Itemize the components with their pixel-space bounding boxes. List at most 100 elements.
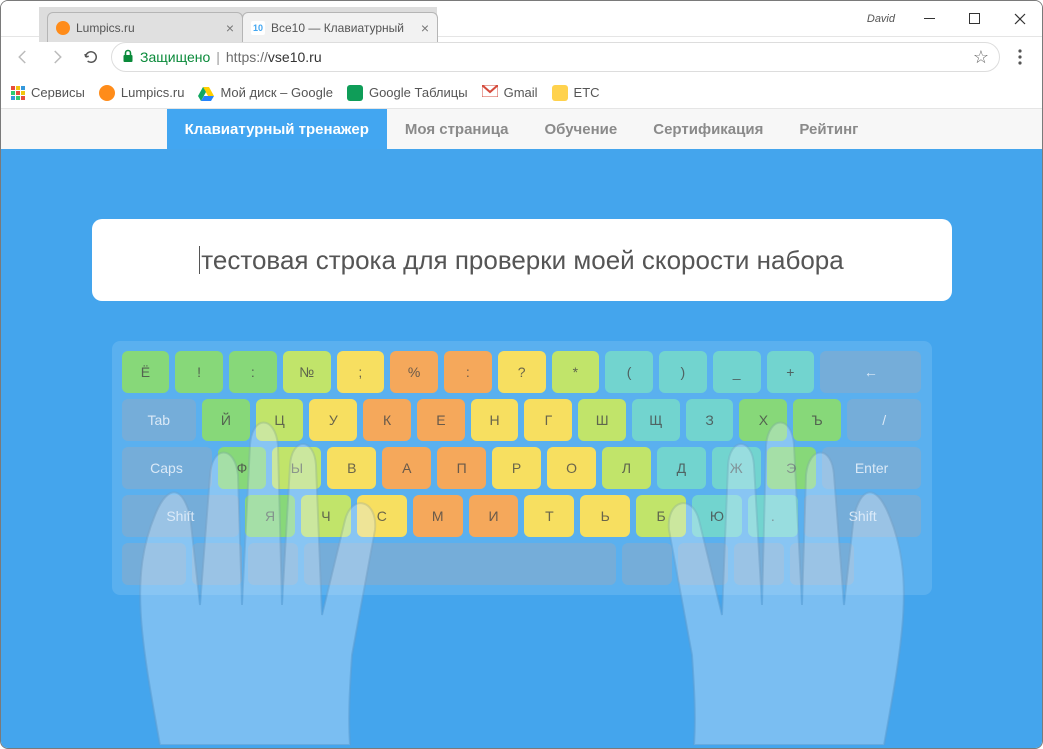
bookmark-lumpics[interactable]: Lumpics.ru xyxy=(99,85,185,101)
forward-button[interactable] xyxy=(43,43,71,71)
key[interactable]: Л xyxy=(602,447,651,489)
key[interactable]: Ь xyxy=(580,495,630,537)
lumpics-icon xyxy=(99,85,115,101)
key[interactable]: ! xyxy=(175,351,223,393)
key[interactable]: Я xyxy=(245,495,295,537)
bookmark-star-icon[interactable]: ☆ xyxy=(973,47,989,68)
drive-icon xyxy=(198,85,214,101)
key-ctrl[interactable] xyxy=(790,543,854,585)
key[interactable]: ) xyxy=(659,351,707,393)
tab-strip: Lumpics.ru × 10 Все10 — Клавиатурный × xyxy=(39,7,437,42)
key[interactable]: * xyxy=(552,351,600,393)
key[interactable]: ( xyxy=(605,351,653,393)
key[interactable]: ; xyxy=(337,351,385,393)
folder-icon xyxy=(552,85,568,101)
nav-mypage[interactable]: Моя страница xyxy=(387,109,527,149)
nav-trainer[interactable]: Клавиатурный тренажер xyxy=(167,109,387,149)
key-alt[interactable] xyxy=(248,543,298,585)
key-caps[interactable]: Caps xyxy=(122,447,212,489)
key[interactable]: / xyxy=(847,399,921,441)
key[interactable]: З xyxy=(686,399,734,441)
key[interactable]: Ф xyxy=(218,447,267,489)
key[interactable]: К xyxy=(363,399,411,441)
sheets-icon xyxy=(347,85,363,101)
back-button[interactable] xyxy=(9,43,37,71)
key[interactable]: П xyxy=(437,447,486,489)
close-icon[interactable]: × xyxy=(421,20,429,36)
key-win[interactable] xyxy=(678,543,728,585)
key[interactable]: Х xyxy=(739,399,787,441)
close-window-button[interactable] xyxy=(997,1,1042,37)
url-protocol: https:// xyxy=(226,49,268,65)
key-shift-left[interactable]: Shift xyxy=(122,495,240,537)
apps-button[interactable]: Сервисы xyxy=(11,85,85,100)
key-tab[interactable]: Tab xyxy=(122,399,196,441)
key[interactable]: О xyxy=(547,447,596,489)
key-win[interactable] xyxy=(192,543,242,585)
key[interactable]: . xyxy=(748,495,798,537)
tab-vse10[interactable]: 10 Все10 — Клавиатурный × xyxy=(242,12,438,42)
key[interactable]: Ч xyxy=(301,495,351,537)
key-ctrl[interactable] xyxy=(122,543,186,585)
key[interactable]: : xyxy=(444,351,492,393)
bookmark-drive[interactable]: Мой диск – Google xyxy=(198,85,333,101)
toolbar: Защищено | https:// vse10.ru ☆ xyxy=(1,37,1042,77)
key-enter[interactable]: Enter xyxy=(822,447,922,489)
nav-training[interactable]: Обучение xyxy=(526,109,635,149)
key[interactable]: : xyxy=(229,351,277,393)
profile-name[interactable]: David xyxy=(867,13,895,25)
bookmark-gmail[interactable]: Gmail xyxy=(482,85,538,101)
key[interactable]: Е xyxy=(417,399,465,441)
bookmarks-bar: Сервисы Lumpics.ru Мой диск – Google Goo… xyxy=(1,77,1042,109)
bookmark-label: Lumpics.ru xyxy=(121,85,185,100)
key[interactable]: № xyxy=(283,351,331,393)
key[interactable]: У xyxy=(309,399,357,441)
typing-input[interactable]: тестовая строка для проверки моей скорос… xyxy=(92,219,952,301)
key-space[interactable] xyxy=(304,543,616,585)
key[interactable]: Э xyxy=(767,447,816,489)
key[interactable]: Р xyxy=(492,447,541,489)
key[interactable]: Ш xyxy=(578,399,626,441)
tab-title: Lumpics.ru xyxy=(76,21,135,35)
bookmark-sheets[interactable]: Google Таблицы xyxy=(347,85,468,101)
key[interactable]: Ю xyxy=(692,495,742,537)
key[interactable]: Н xyxy=(471,399,519,441)
key[interactable]: А xyxy=(382,447,431,489)
titlebar-region: Lumpics.ru × 10 Все10 — Клавиатурный × D… xyxy=(1,1,1042,37)
address-bar[interactable]: Защищено | https:// vse10.ru ☆ xyxy=(111,42,1000,72)
key[interactable]: В xyxy=(327,447,376,489)
key-shift-right[interactable]: Shift xyxy=(804,495,922,537)
key[interactable]: С xyxy=(357,495,407,537)
separator: | xyxy=(216,49,220,65)
key[interactable]: + xyxy=(767,351,815,393)
nav-cert[interactable]: Сертификация xyxy=(635,109,781,149)
menu-button[interactable] xyxy=(1006,43,1034,71)
key[interactable]: Щ xyxy=(632,399,680,441)
key-alt[interactable] xyxy=(622,543,672,585)
key[interactable]: Ж xyxy=(712,447,761,489)
close-icon[interactable]: × xyxy=(226,20,234,36)
bookmark-etc[interactable]: ETC xyxy=(552,85,600,101)
key[interactable]: Ё xyxy=(122,351,170,393)
key[interactable]: Г xyxy=(524,399,572,441)
maximize-button[interactable] xyxy=(952,1,997,37)
key[interactable]: _ xyxy=(713,351,761,393)
reload-button[interactable] xyxy=(77,43,105,71)
tab-lumpics[interactable]: Lumpics.ru × xyxy=(47,12,243,42)
nav-rating[interactable]: Рейтинг xyxy=(781,109,876,149)
minimize-button[interactable] xyxy=(907,1,952,37)
key[interactable]: Й xyxy=(202,399,250,441)
key[interactable]: Б xyxy=(636,495,686,537)
key[interactable]: И xyxy=(469,495,519,537)
key-backspace[interactable]: ← xyxy=(820,351,921,393)
key[interactable]: Т xyxy=(524,495,574,537)
key[interactable]: Д xyxy=(657,447,706,489)
key[interactable]: Ц xyxy=(256,399,304,441)
key[interactable]: ? xyxy=(498,351,546,393)
lock-icon xyxy=(122,49,134,66)
key[interactable]: % xyxy=(390,351,438,393)
key-menu[interactable] xyxy=(734,543,784,585)
key[interactable]: Ъ xyxy=(793,399,841,441)
key[interactable]: Ы xyxy=(272,447,321,489)
key[interactable]: М xyxy=(413,495,463,537)
